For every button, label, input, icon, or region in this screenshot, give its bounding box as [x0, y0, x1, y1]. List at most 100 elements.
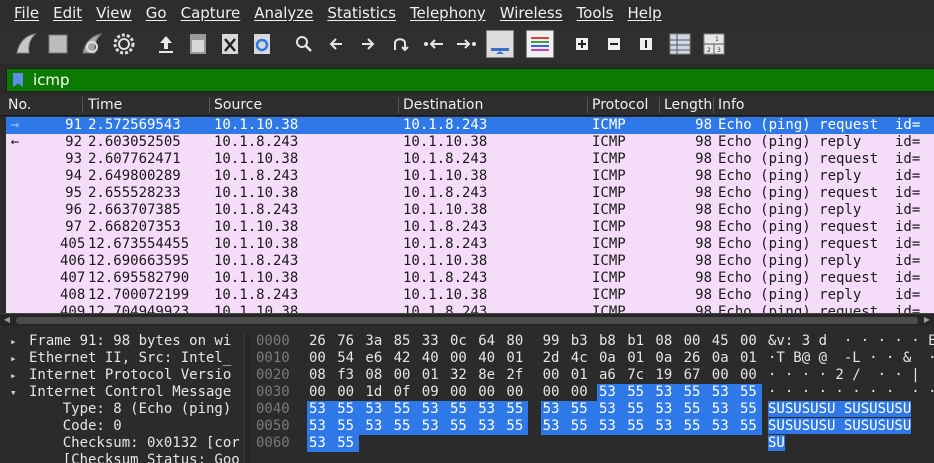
hex-byte[interactable]: 2d	[543, 350, 568, 367]
hex-byte[interactable]: 42	[394, 350, 419, 367]
packet-row[interactable]: 407 12.695582790 10.1.10.38 10.1.8.243 ICMP 9…	[6, 270, 934, 287]
hex-byte[interactable]: 40	[478, 350, 503, 367]
restart-fin-icon[interactable]	[78, 30, 106, 58]
open-file-icon[interactable]	[152, 30, 180, 58]
hex-byte[interactable]: 54	[337, 350, 362, 367]
menu-wireless[interactable]: Wireless	[500, 4, 563, 22]
hex-byte[interactable]: 32	[450, 367, 475, 384]
packet-row[interactable]: 408 12.700072199 10.1.8.243 10.1.10.38 ICMP 9…	[6, 287, 934, 304]
hex-byte[interactable]: 00	[740, 333, 765, 350]
packet-row[interactable]: → 91 2.572569543 10.1.10.38 10.1.8.243 ICMP 98…	[6, 117, 934, 134]
ascii-dump[interactable]: · · · · 2 / · · | g · ·	[768, 367, 934, 384]
hex-byte[interactable]: 55	[627, 401, 652, 418]
hex-byte[interactable]: 01	[571, 367, 596, 384]
hex-byte[interactable]: 0a	[599, 350, 624, 367]
hex-byte[interactable]: 00	[543, 384, 568, 401]
hex-byte[interactable]: 55	[740, 401, 765, 418]
back-arrow-icon[interactable]	[322, 30, 350, 58]
packet-row[interactable]: 95 2.655528233 10.1.10.38 10.1.8.243 ICMP 98 E…	[6, 185, 934, 202]
column-header-info[interactable]: Info	[718, 97, 745, 113]
hex-byte[interactable]: 08	[309, 367, 334, 384]
packet-row[interactable]: 405 12.673554455 10.1.10.38 10.1.8.243 ICMP 9…	[6, 236, 934, 253]
resize-columns-icon[interactable]	[666, 30, 694, 58]
hex-byte[interactable]: 1d	[365, 384, 390, 401]
hex-byte[interactable]: 8e	[478, 367, 503, 384]
packet-row[interactable]: 96 2.663707385 10.1.8.243 10.1.10.38 ICMP 98 E…	[6, 202, 934, 219]
hex-byte[interactable]: 53	[478, 418, 503, 435]
last-packet-icon[interactable]	[452, 30, 480, 58]
ascii-dump[interactable]: SUSUSUSU SUSUSUSU	[768, 418, 912, 435]
hex-byte[interactable]: 00	[478, 384, 503, 401]
hex-byte[interactable]: 08	[365, 367, 390, 384]
layout-icon[interactable]: 123	[700, 30, 728, 58]
hex-byte[interactable]: 80	[506, 333, 531, 350]
hex-byte[interactable]: 53	[309, 401, 334, 418]
hex-byte[interactable]: 19	[655, 367, 680, 384]
hex-byte[interactable]: b1	[627, 333, 652, 350]
detail-row[interactable]: Code: 0	[0, 418, 244, 435]
hex-byte[interactable]: 0c	[450, 333, 475, 350]
hex-byte[interactable]: 53	[599, 418, 624, 435]
hex-byte[interactable]: f3	[337, 367, 362, 384]
hex-byte[interactable]: 53	[478, 401, 503, 418]
filter-bookmark-icon[interactable]	[13, 73, 23, 87]
hex-byte[interactable]: 55	[627, 418, 652, 435]
hex-byte[interactable]: 55	[450, 401, 475, 418]
menu-analyze[interactable]: Analyze	[254, 4, 313, 22]
ascii-dump[interactable]: ·T B@ @ -L · · & ·	[768, 350, 934, 367]
column-header-destination[interactable]: Destination	[403, 97, 483, 113]
first-packet-icon[interactable]	[420, 30, 448, 58]
column-header-protocol[interactable]: Protocol	[592, 97, 648, 113]
hex-byte[interactable]: 00	[394, 367, 419, 384]
packet-row[interactable]: 409 12.704949923 10.1.10.38 10.1.8.243 ICMP 9…	[6, 304, 934, 313]
hex-byte[interactable]: e6	[365, 350, 390, 367]
zoom-in-icon[interactable]	[568, 30, 596, 58]
display-filter-input[interactable]	[31, 70, 915, 90]
hex-byte[interactable]: 00	[712, 367, 737, 384]
hex-byte[interactable]: 40	[422, 350, 447, 367]
hex-byte[interactable]: b3	[571, 333, 596, 350]
hex-byte[interactable]: 53	[599, 401, 624, 418]
hex-byte[interactable]: a6	[599, 367, 624, 384]
hex-byte[interactable]: 53	[543, 401, 568, 418]
hex-byte[interactable]: 55	[627, 384, 652, 401]
hex-byte[interactable]: 76	[337, 333, 362, 350]
hex-byte[interactable]: 00	[543, 367, 568, 384]
hex-byte[interactable]: 55	[337, 418, 362, 435]
hex-byte[interactable]: 53	[655, 384, 680, 401]
scrollbar-thumb[interactable]	[16, 317, 918, 324]
hex-byte[interactable]: 55	[684, 401, 709, 418]
collapsed-arrow-icon[interactable]: ▸	[10, 350, 17, 367]
packet-list-horizontal-scrollbar[interactable]: ◀ ▶	[0, 313, 934, 327]
go-to-packet-icon[interactable]	[386, 30, 414, 58]
menu-capture[interactable]: Capture	[181, 4, 241, 22]
hex-byte[interactable]: 99	[543, 333, 568, 350]
hex-byte[interactable]: 53	[365, 418, 390, 435]
ascii-dump[interactable]: &v: 3 d · · · · · E	[768, 333, 934, 350]
packet-row[interactable]: 97 2.668207353 10.1.10.38 10.1.8.243 ICMP 98 E…	[6, 219, 934, 236]
shark-fin-start-icon[interactable]	[12, 30, 40, 58]
packet-row[interactable]: 406 12.690663595 10.1.8.243 10.1.10.38 ICMP 9…	[6, 253, 934, 270]
find-packet-icon[interactable]	[290, 30, 318, 58]
zoom-out-icon[interactable]	[600, 30, 628, 58]
hex-byte[interactable]: 00	[571, 384, 596, 401]
hex-byte[interactable]: 00	[337, 384, 362, 401]
hex-byte[interactable]: 09	[422, 384, 447, 401]
column-header-no[interactable]: No.	[8, 97, 31, 113]
hex-byte[interactable]: 00	[450, 350, 475, 367]
ascii-dump[interactable]: SUSUSUSU SUSUSUSU	[768, 401, 912, 418]
hex-byte[interactable]: 26	[684, 350, 709, 367]
packet-row[interactable]: 94 2.649800289 10.1.8.243 10.1.10.38 ICMP 98 E…	[6, 168, 934, 185]
menu-view[interactable]: View	[96, 4, 132, 22]
ascii-dump[interactable]: SU	[768, 435, 785, 452]
collapsed-arrow-icon[interactable]: ▸	[10, 367, 17, 384]
menu-edit[interactable]: Edit	[53, 4, 82, 22]
hex-byte[interactable]: 08	[655, 333, 680, 350]
hex-byte[interactable]: 00	[684, 333, 709, 350]
hex-byte[interactable]: b8	[599, 333, 624, 350]
hex-byte[interactable]: 53	[599, 384, 624, 401]
menu-tools[interactable]: Tools	[577, 4, 614, 22]
hex-byte[interactable]: 55	[740, 384, 765, 401]
hex-byte[interactable]: 00	[450, 384, 475, 401]
hex-byte[interactable]: 26	[309, 333, 334, 350]
